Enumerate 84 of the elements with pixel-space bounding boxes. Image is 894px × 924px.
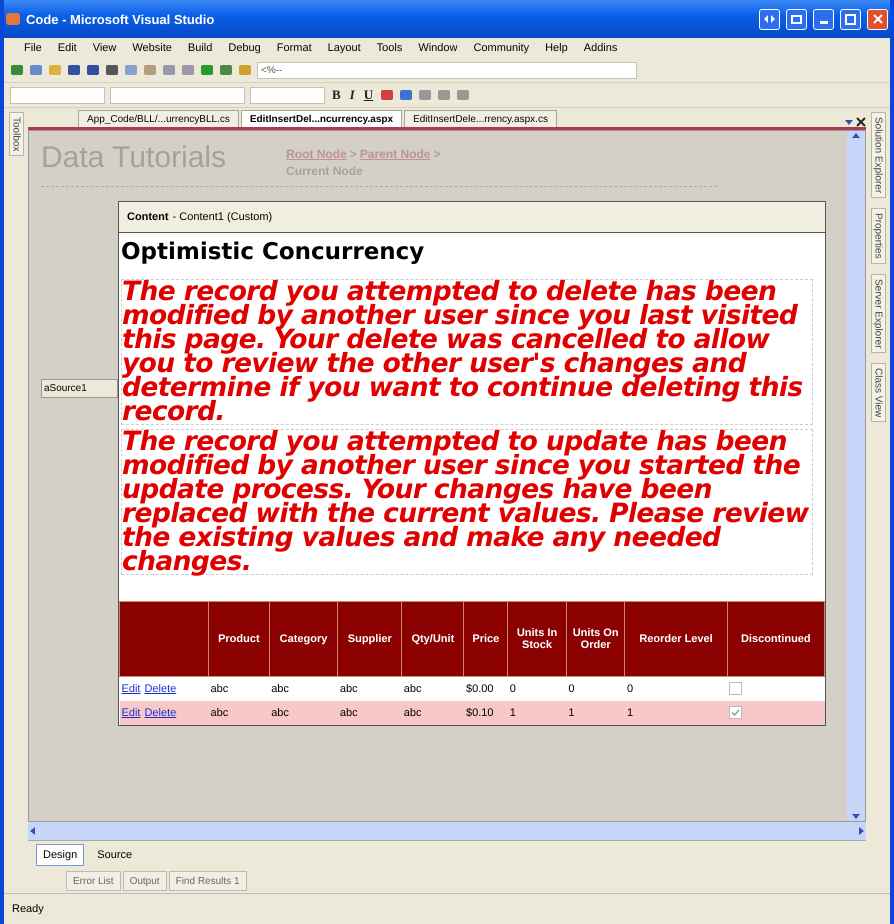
tool-window-tab[interactable]: Error List bbox=[66, 871, 121, 891]
view-tab[interactable]: Design bbox=[36, 844, 84, 866]
side-panel-tab[interactable]: Toolbox bbox=[8, 112, 24, 156]
grid-link[interactable]: Delete bbox=[144, 706, 176, 718]
help-button[interactable] bbox=[759, 8, 780, 30]
page-heading: Optimistic Concurrency bbox=[121, 239, 426, 265]
table-cell: $0.10 bbox=[464, 700, 508, 724]
maximize-button[interactable] bbox=[840, 8, 861, 30]
table-cell: abc bbox=[208, 700, 270, 724]
table-cell: 1 bbox=[508, 700, 566, 724]
restore-button[interactable] bbox=[786, 8, 807, 30]
document-tab[interactable]: App_Code/BLL/...urrencyBLL.cs bbox=[78, 110, 239, 127]
view-tab[interactable]: Source bbox=[90, 844, 140, 866]
table-cell: abc bbox=[402, 700, 464, 724]
content-detail: - Content1 (Custom) bbox=[172, 211, 272, 223]
close-icon[interactable] bbox=[856, 117, 866, 127]
table-cell: abc bbox=[338, 700, 402, 724]
column-header: Supplier bbox=[338, 602, 402, 676]
style-dropdown[interactable] bbox=[10, 86, 105, 104]
table-cell: 1 bbox=[566, 700, 625, 724]
document-tab[interactable]: EditInsertDele...rrency.aspx.cs bbox=[404, 110, 557, 127]
table-cell: 1 bbox=[624, 700, 728, 724]
horizontal-scrollbar[interactable] bbox=[28, 822, 866, 840]
window-title: Code - Microsoft Visual Studio bbox=[26, 12, 216, 26]
grid-link[interactable]: Edit bbox=[122, 706, 140, 718]
format-button[interactable]: B bbox=[330, 87, 343, 103]
menu-item[interactable]: View bbox=[92, 42, 116, 54]
column-header: Category bbox=[269, 602, 338, 676]
grid-link[interactable]: Edit bbox=[122, 682, 140, 695]
column-header: Units In Stock bbox=[508, 602, 566, 676]
checkbox[interactable] bbox=[729, 706, 742, 719]
breadcrumb-separator: > bbox=[433, 147, 440, 161]
format-button[interactable]: I bbox=[348, 87, 357, 103]
content-label: Content bbox=[127, 211, 169, 223]
scroll-right-icon[interactable] bbox=[856, 826, 866, 836]
restore-icon bbox=[791, 14, 802, 24]
menu-item[interactable]: Tools bbox=[376, 42, 402, 54]
breadcrumb-separator: > bbox=[350, 147, 357, 161]
column-header: Units On Order bbox=[566, 602, 625, 676]
maximize-icon bbox=[845, 14, 856, 24]
vertical-scrollbar[interactable] bbox=[847, 131, 865, 821]
menu-item[interactable]: Format bbox=[276, 42, 312, 54]
checkbox[interactable] bbox=[729, 682, 742, 696]
menu-item[interactable]: Website bbox=[132, 42, 172, 54]
side-panel-tab[interactable]: Properties bbox=[870, 208, 886, 264]
font-dropdown[interactable] bbox=[110, 86, 245, 104]
close-button[interactable] bbox=[867, 8, 888, 30]
minimize-icon bbox=[820, 20, 828, 24]
minimize-button[interactable] bbox=[813, 8, 834, 30]
menu-item[interactable]: Window bbox=[418, 42, 458, 54]
grid-link[interactable]: Delete bbox=[144, 682, 176, 695]
menu-item[interactable]: Layout bbox=[328, 42, 361, 54]
side-panel-tab[interactable]: Solution Explorer bbox=[870, 112, 886, 198]
document-tab[interactable]: EditInsertDel...ncurrency.aspx bbox=[240, 110, 402, 127]
tool-window-tab[interactable]: Output bbox=[122, 871, 167, 891]
menu-item[interactable]: Build bbox=[188, 42, 212, 54]
column-header: Qty/Unit bbox=[402, 602, 464, 676]
scroll-up-icon[interactable] bbox=[851, 131, 861, 141]
menu-item[interactable]: Community bbox=[473, 42, 530, 54]
format-button[interactable]: U bbox=[362, 87, 376, 103]
tool-window-tab[interactable]: Find Results 1 bbox=[168, 871, 247, 891]
data-source-control[interactable]: aSource1 bbox=[41, 378, 118, 398]
arrows-icon bbox=[764, 15, 775, 23]
scroll-left-icon[interactable] bbox=[28, 826, 38, 836]
size-dropdown[interactable] bbox=[250, 86, 325, 104]
status-text: Ready bbox=[12, 903, 44, 915]
column-header: Product bbox=[208, 602, 270, 676]
directive-field[interactable]: <%-- bbox=[257, 62, 637, 78]
dropdown-icon[interactable] bbox=[844, 117, 854, 127]
error-message: The record you attempted to update has been modified by another user since you started the update process. Your changes have been replaced with the current values. Please review the existing values and make any needed changes. bbox=[121, 429, 813, 575]
side-panel-tab[interactable]: Server Explorer bbox=[870, 274, 886, 354]
column-header: Reorder Level bbox=[624, 602, 728, 676]
menu-item[interactable]: File bbox=[24, 42, 42, 54]
menu-item[interactable]: Addins bbox=[584, 42, 618, 54]
column-header: Discontinued bbox=[727, 602, 824, 676]
side-panel-tab[interactable]: Class View bbox=[870, 363, 886, 422]
close-icon bbox=[872, 14, 882, 24]
error-message: The record you attempted to delete has been modified by another user since you last visited this page. Your delete was cancelled to allow you to review the other user's changes and determine if you want to continue deleting this record. bbox=[121, 279, 813, 425]
menu-item[interactable]: Help bbox=[545, 42, 568, 54]
column-header: Price bbox=[464, 602, 508, 676]
table-cell: abc bbox=[269, 700, 338, 724]
menu-item[interactable]: Debug bbox=[228, 42, 261, 54]
menu-item[interactable]: Edit bbox=[58, 42, 77, 54]
app-icon bbox=[6, 13, 20, 25]
